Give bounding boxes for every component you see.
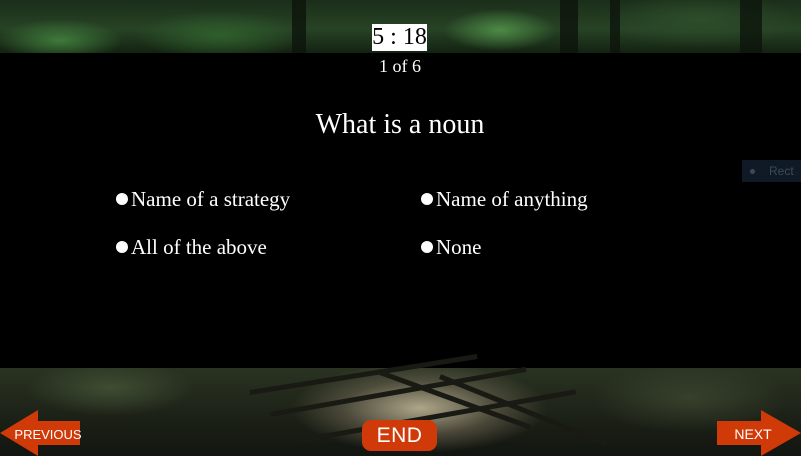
artifact-label: Rect	[769, 164, 794, 178]
radio-button-icon[interactable]	[421, 193, 433, 205]
next-button-label: NEXT	[734, 426, 772, 442]
answer-option-label: All of the above	[131, 235, 267, 259]
answer-option-label: Name of a strategy	[131, 187, 291, 211]
previous-button[interactable]: PREVIOUS	[0, 410, 82, 456]
answer-option-1[interactable]: Name of a strategy	[116, 186, 290, 212]
previous-button-label: PREVIOUS	[14, 426, 82, 442]
answer-option-2[interactable]: Name of anything	[421, 186, 588, 212]
answer-option-4[interactable]: None	[421, 234, 482, 260]
answer-option-3[interactable]: All of the above	[116, 234, 267, 260]
question-progress: 1 of 6	[379, 56, 421, 76]
rectangle-artifact: Rect	[742, 160, 801, 182]
radio-button-icon[interactable]	[116, 241, 128, 253]
answer-option-label: None	[436, 235, 482, 259]
radio-button-icon[interactable]	[116, 193, 128, 205]
dot-icon	[750, 169, 755, 175]
question-text: What is a noun	[315, 109, 485, 140]
end-button[interactable]: END	[362, 420, 437, 451]
countdown-timer: 5 : 18	[372, 24, 427, 51]
answer-option-label: Name of anything	[436, 187, 588, 211]
radio-button-icon[interactable]	[421, 241, 433, 253]
next-button[interactable]: NEXT	[717, 410, 801, 456]
